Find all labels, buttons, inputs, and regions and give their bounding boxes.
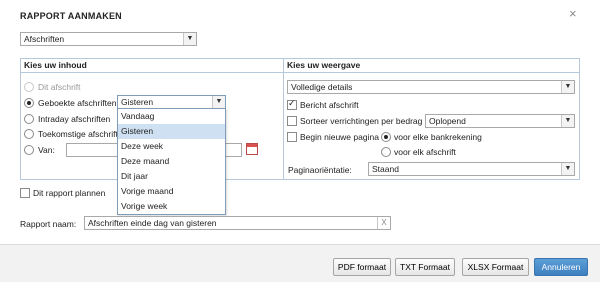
dialog-title: RAPPORT AANMAKEN: [20, 11, 122, 21]
option-geboekte[interactable]: [24, 98, 34, 110]
checkbox-bericht[interactable]: [287, 98, 297, 110]
detail-select[interactable]: Volledige details ▼: [287, 80, 575, 94]
checkbox-sort[interactable]: [287, 116, 297, 126]
chevron-down-icon: ▼: [212, 96, 225, 108]
option-label: Intraday afschriften: [38, 114, 111, 124]
newpage-checkbox[interactable]: [287, 132, 297, 144]
report-type-value: Afschriften: [24, 34, 65, 44]
orientation-select-value: Staand: [372, 164, 399, 174]
pdf-button[interactable]: PDF formaat: [333, 258, 391, 276]
newpage-option-label: voor elke bankrekening: [394, 132, 482, 142]
option-van[interactable]: [24, 145, 34, 157]
radio-dit-afschrift[interactable]: [24, 82, 34, 92]
option-intraday[interactable]: [24, 114, 34, 126]
radio-toekomstige[interactable]: [24, 129, 34, 139]
bericht-checkbox[interactable]: [287, 98, 297, 112]
period-option-vandaag[interactable]: Vandaag: [118, 109, 225, 124]
radio-afschrift[interactable]: [381, 147, 391, 157]
period-option-gisteren[interactable]: Gisteren: [118, 124, 225, 139]
checkbox-schedule[interactable]: [20, 188, 30, 198]
bericht-label: Bericht afschrift: [300, 100, 359, 110]
sort-checkbox[interactable]: [287, 116, 297, 128]
period-option-vorige-maand[interactable]: Vorige maand: [118, 184, 225, 199]
report-name-input[interactable]: Afschriften einde dag van gisteren: [84, 216, 391, 230]
xlsx-button[interactable]: XLSX Formaat: [462, 258, 529, 276]
report-name-value: Afschriften einde dag van gisteren: [88, 218, 217, 228]
calendar-icon[interactable]: [246, 143, 258, 155]
report-type-select[interactable]: Afschriften ▼: [20, 32, 197, 46]
radio-per-afschrift[interactable]: [381, 147, 391, 159]
clear-icon[interactable]: X: [377, 217, 390, 229]
period-option-dit-jaar[interactable]: Dit jaar: [118, 169, 225, 184]
newpage-option-label: voor elk afschrift: [394, 147, 456, 157]
sort-select[interactable]: Oplopend ▼: [425, 114, 575, 128]
orientation-select[interactable]: Staand ▼: [368, 162, 575, 176]
report-name-label: Rapport naam:: [20, 219, 77, 229]
period-dropdown-list: Vandaag Gisteren Deze week Deze maand Di…: [117, 108, 226, 215]
sort-select-value: Oplopend: [429, 116, 466, 126]
option-label: Toekomstige afschrifte: [38, 129, 123, 139]
orientation-label: Paginaoriëntatie:: [288, 165, 352, 175]
option-label: Dit afschrift: [38, 82, 81, 92]
content-panel-header: Kies uw inhoud: [21, 59, 283, 73]
detail-select-value: Volledige details: [291, 82, 353, 92]
period-select-value: Gisteren: [121, 97, 154, 107]
radio-intraday[interactable]: [24, 114, 34, 124]
option-label: Geboekte afschriften: [38, 98, 117, 108]
radio-van[interactable]: [24, 145, 34, 155]
close-icon[interactable]: ×: [569, 6, 577, 21]
period-option-vorige-week[interactable]: Vorige week: [118, 199, 225, 214]
newpage-label: Begin nieuwe pagina: [300, 132, 379, 142]
option-label: Van:: [38, 145, 55, 155]
schedule-label: Dit rapport plannen: [33, 188, 106, 198]
option-toekomstige[interactable]: [24, 129, 34, 141]
checkbox-newpage[interactable]: [287, 132, 297, 142]
period-select[interactable]: Gisteren ▼: [117, 95, 226, 109]
schedule-checkbox[interactable]: [20, 188, 30, 200]
view-panel-header: Kies uw weergave: [284, 59, 579, 73]
chevron-down-icon: ▼: [183, 33, 196, 45]
sort-label: Sorteer verrichtingen per bedrag: [300, 116, 423, 126]
radio-geboekte[interactable]: [24, 98, 34, 108]
radio-bankrekening[interactable]: [381, 132, 391, 142]
chevron-down-icon: ▼: [561, 115, 574, 127]
chevron-down-icon: ▼: [561, 163, 574, 175]
option-dit-afschrift[interactable]: [24, 82, 34, 94]
period-option-deze-week[interactable]: Deze week: [118, 139, 225, 154]
txt-button[interactable]: TXT Formaat: [395, 258, 455, 276]
period-option-deze-maand[interactable]: Deze maand: [118, 154, 225, 169]
chevron-down-icon: ▼: [561, 81, 574, 93]
cancel-button[interactable]: Annuleren: [534, 258, 588, 276]
radio-per-bankrekening[interactable]: [381, 132, 391, 144]
